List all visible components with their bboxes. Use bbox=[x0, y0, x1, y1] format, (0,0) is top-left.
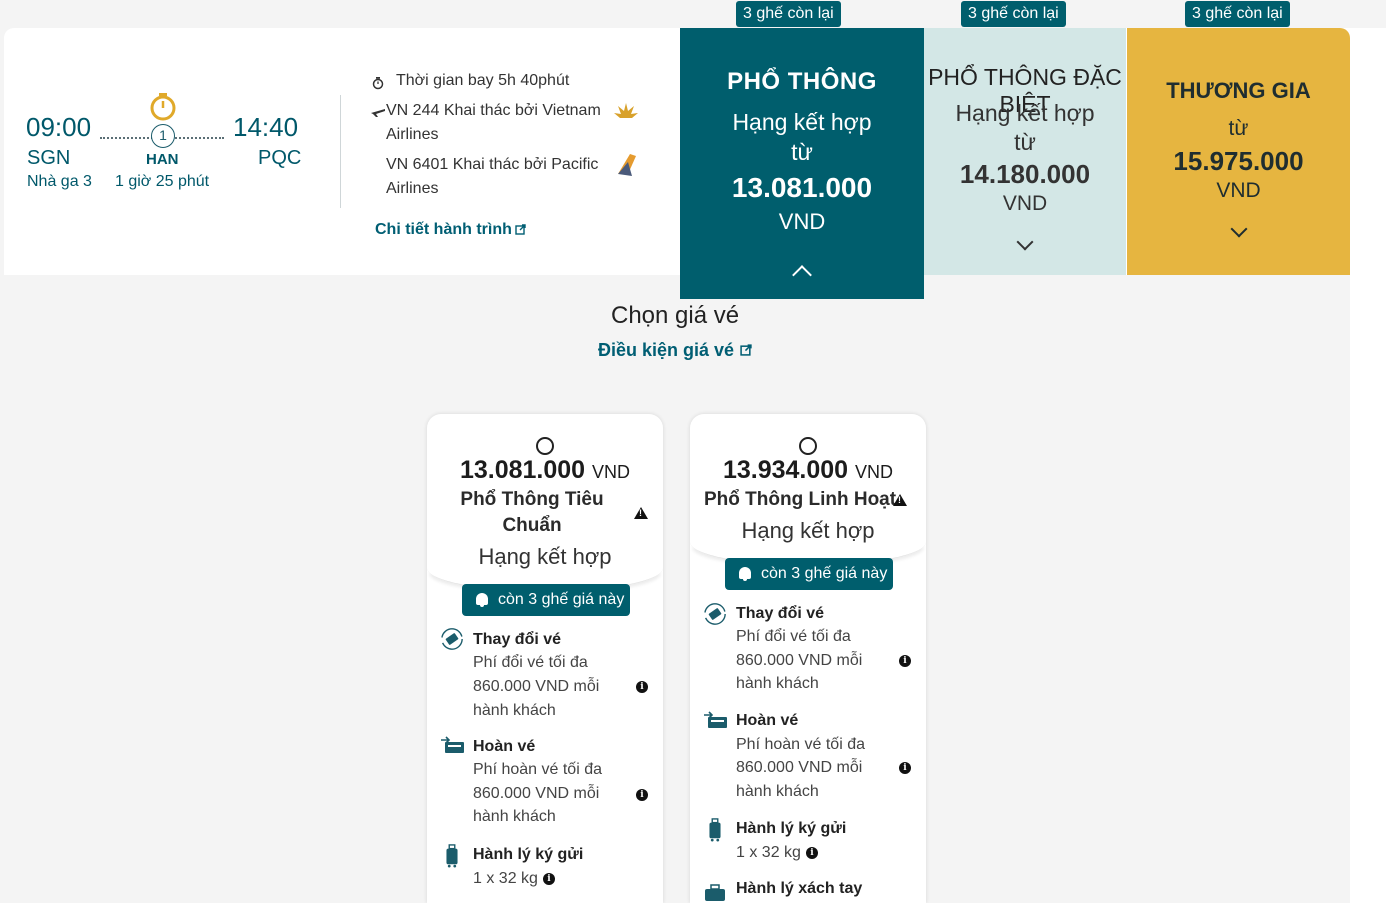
refund-desc-1: Phí hoàn vé tối đa bbox=[736, 736, 865, 753]
cabin-bag-icon bbox=[705, 884, 725, 901]
checked-bag-title: Hành lý ký gửi bbox=[736, 820, 847, 837]
class-premium-economy[interactable]: PHỔ THÔNG ĐẶC BIỆT Hạng kết hợp từ 14.18… bbox=[924, 28, 1126, 275]
refund-title: Hoàn vé bbox=[736, 712, 799, 729]
refund-icon bbox=[704, 711, 727, 728]
cabin-bag-title: Hành lý xách tay bbox=[736, 880, 863, 897]
fare-name-line1: Phổ Thông Tiêu bbox=[460, 489, 604, 510]
fare-radio[interactable] bbox=[799, 437, 817, 455]
luggage-icon bbox=[709, 818, 721, 842]
luggage-icon bbox=[446, 844, 458, 868]
class-from-label: từ bbox=[791, 139, 813, 165]
change-title: Thay đổi vé bbox=[473, 631, 562, 648]
info-icon[interactable]: i bbox=[636, 789, 648, 801]
ticket-change-icon bbox=[704, 603, 726, 625]
stop-airport: HAN bbox=[146, 151, 179, 168]
seats-left-pill: còn 3 ghế giá này bbox=[725, 558, 894, 590]
info-icon[interactable]: i bbox=[806, 847, 818, 859]
change-title: Thay đổi vé bbox=[736, 605, 825, 622]
fare-radio[interactable] bbox=[536, 437, 554, 455]
change-desc-3: hành khách bbox=[473, 702, 556, 719]
warning-icon[interactable] bbox=[893, 494, 907, 506]
seats-left-badge: 3 ghế còn lại bbox=[736, 1, 841, 27]
refund-desc-2: 860.000 VND mỗi bbox=[473, 785, 600, 802]
fare-section-title: Chọn giá vé bbox=[611, 302, 740, 329]
chevron-up-icon[interactable] bbox=[792, 265, 812, 285]
class-from-label: từ bbox=[1228, 117, 1249, 140]
refund-icon bbox=[441, 736, 464, 753]
arrive-time: 14:40 bbox=[233, 112, 299, 142]
class-combined-label: Hạng kết hợp bbox=[732, 109, 872, 135]
info-icon[interactable]: i bbox=[543, 873, 555, 885]
fare-price: 13.934.000 VND bbox=[722, 456, 894, 484]
change-desc-1: Phí đổi vé tối đa bbox=[473, 654, 588, 671]
flight-duration: Thời gian bay 5h 40phút bbox=[396, 72, 570, 89]
change-desc-3: hành khách bbox=[736, 675, 819, 692]
checked-bag-title: Hành lý ký gửi bbox=[473, 846, 584, 863]
vietnam-airlines-logo-icon bbox=[614, 103, 638, 118]
fare-card-flex[interactable]: 13.934.000 VND Phổ Thông Linh Hoạt Hạng … bbox=[690, 414, 926, 903]
change-desc-2: 860.000 VND mỗi bbox=[736, 652, 863, 669]
class-currency: VND bbox=[1216, 179, 1261, 202]
checked-bag-desc: 1 x 32 kg bbox=[736, 844, 801, 861]
refund-desc-3: hành khách bbox=[736, 783, 819, 800]
bell-icon bbox=[476, 593, 488, 607]
depart-time: 09:00 bbox=[26, 112, 92, 142]
pacific-airlines-logo-icon bbox=[618, 154, 636, 176]
fare-name-line2: Chuẩn bbox=[502, 515, 562, 536]
seats-left-badge: 3 ghế còn lại bbox=[961, 1, 1066, 27]
fare-cabin: Hạng kết hợp bbox=[741, 518, 875, 543]
change-desc-1: Phí đổi vé tối đa bbox=[736, 628, 851, 645]
chevron-down-icon[interactable] bbox=[1016, 233, 1034, 251]
class-economy[interactable]: PHỔ THÔNG Hạng kết hợp từ 13.081.000 VND bbox=[680, 28, 924, 299]
plane-icon bbox=[371, 109, 385, 117]
segment2-line1: VN 6401 Khai thác bởi Pacific bbox=[386, 156, 599, 173]
class-price: 15.975.000 bbox=[1173, 146, 1304, 176]
refund-desc-3: hành khách bbox=[473, 808, 556, 825]
stopwatch-icon bbox=[150, 93, 176, 121]
class-price: 13.081.000 bbox=[731, 172, 873, 203]
fare-card-standard[interactable]: 13.081.000 VND Phổ Thông Tiêu Chuẩn Hạng… bbox=[427, 414, 663, 903]
stop-count-badge: 1 bbox=[151, 124, 175, 148]
refund-desc-2: 860.000 VND mỗi bbox=[736, 759, 863, 776]
external-link-icon bbox=[515, 224, 526, 235]
fare-conditions-link[interactable]: Điều kiện giá vé bbox=[598, 340, 734, 361]
bell-icon bbox=[739, 567, 751, 581]
divider bbox=[340, 95, 341, 208]
fare-name-line1: Phổ Thông Linh Hoạt bbox=[704, 489, 897, 510]
arrive-airport: PQC bbox=[258, 147, 302, 169]
info-icon[interactable]: i bbox=[636, 681, 648, 693]
class-price: 14.180.000 bbox=[959, 159, 1091, 189]
class-currency: VND bbox=[1002, 192, 1048, 215]
ticket-change-icon bbox=[441, 628, 463, 650]
stop-duration: 1 giờ 25 phút bbox=[115, 173, 210, 190]
class-name: THƯƠNG GIA bbox=[1166, 78, 1311, 103]
class-business[interactable]: THƯƠNG GIA từ 15.975.000 VND bbox=[1127, 28, 1350, 275]
depart-terminal: Nhà ga 3 bbox=[27, 173, 92, 190]
checked-bag-desc: 1 x 32 kg bbox=[473, 870, 538, 887]
depart-airport: SGN bbox=[27, 147, 71, 169]
segment2-line2: Airlines bbox=[386, 180, 439, 197]
clock-icon bbox=[372, 77, 384, 90]
external-link-icon bbox=[740, 344, 752, 356]
class-combined-label: Hạng kết hợp bbox=[955, 100, 1095, 126]
class-currency: VND bbox=[778, 209, 826, 234]
fare-price: 13.081.000 VND bbox=[459, 456, 631, 484]
info-icon[interactable]: i bbox=[899, 655, 911, 667]
info-icon[interactable]: i bbox=[899, 762, 911, 774]
refund-title: Hoàn vé bbox=[473, 738, 536, 755]
change-desc-2: 860.000 VND mỗi bbox=[473, 678, 600, 695]
class-name: PHỔ THÔNG bbox=[727, 68, 877, 95]
seats-left-badge: 3 ghế còn lại bbox=[1185, 1, 1290, 27]
chevron-down-icon[interactable] bbox=[1230, 220, 1247, 238]
segment1-line2: Airlines bbox=[386, 126, 439, 143]
class-from-label: từ bbox=[1014, 129, 1036, 155]
segment1-line1: VN 244 Khai thác bởi Vietnam bbox=[386, 102, 601, 119]
itinerary-details-link[interactable]: Chi tiết hành trình bbox=[375, 221, 512, 239]
seats-left-pill: còn 3 ghế giá này bbox=[462, 584, 631, 616]
page-right-panel bbox=[1350, 28, 1386, 903]
warning-icon[interactable] bbox=[634, 507, 648, 519]
refund-desc-1: Phí hoàn vé tối đa bbox=[473, 761, 602, 778]
fare-cabin: Hạng kết hợp bbox=[478, 544, 612, 569]
